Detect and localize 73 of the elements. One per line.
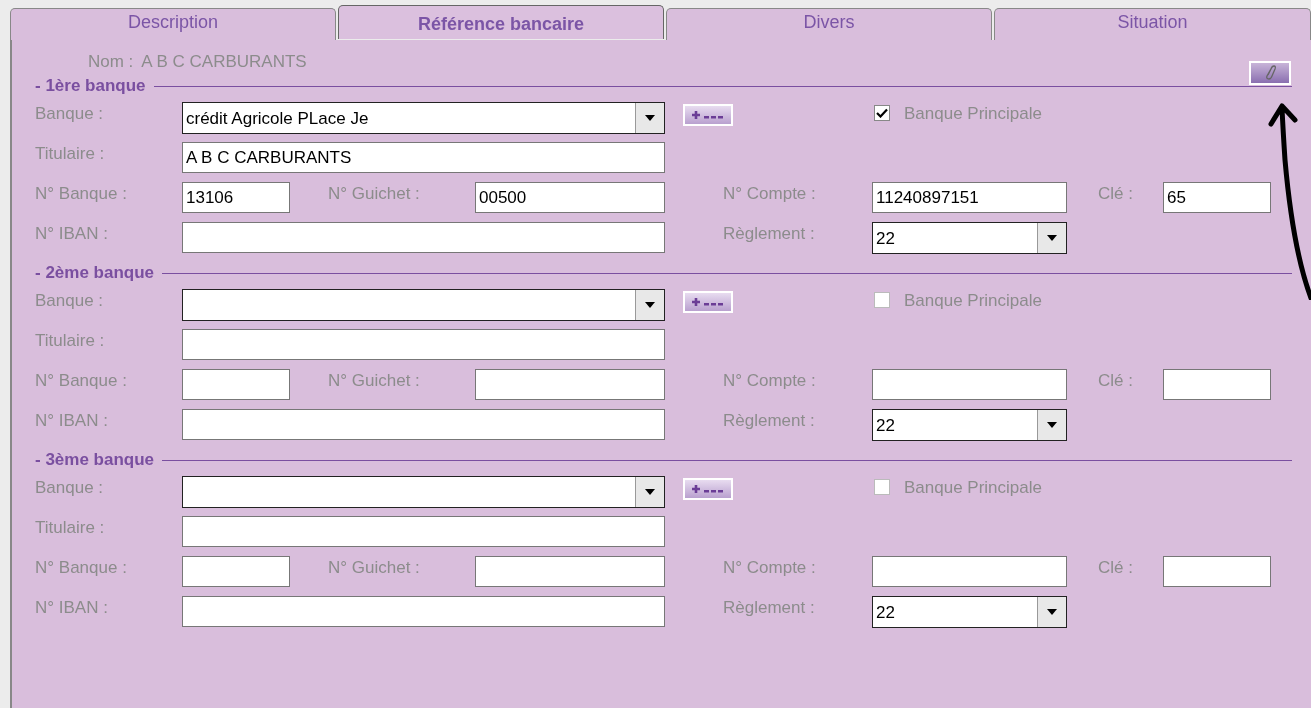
checkbox-label: Banque Principale xyxy=(904,103,1042,124)
field-label: Titulaire : xyxy=(35,517,106,538)
bank-number-field[interactable]: 13106 xyxy=(182,182,290,213)
iban-field[interactable] xyxy=(182,222,665,253)
field-label: Clé : xyxy=(1098,370,1134,391)
plus-more-icon xyxy=(691,110,725,120)
field-label: N° IBAN : xyxy=(35,410,109,431)
field-label: Banque : xyxy=(35,103,105,124)
field-label: N° Compte : xyxy=(723,370,817,391)
holder-field[interactable] xyxy=(182,329,665,360)
field-label: Clé : xyxy=(1098,557,1134,578)
name-value: A B C CARBURANTS xyxy=(141,52,307,73)
section-heading: - 1ère banque xyxy=(35,76,146,96)
branch-number-field[interactable]: 00500 xyxy=(475,182,665,213)
account-number-field[interactable] xyxy=(872,556,1067,587)
payment-dropdown[interactable]: 22 xyxy=(872,221,1067,254)
field-label: Clé : xyxy=(1098,183,1134,204)
field-label: N° Banque : xyxy=(35,557,128,578)
bank-dropdown[interactable] xyxy=(182,475,665,508)
paperclip-icon xyxy=(1263,65,1277,81)
caret-icon xyxy=(645,488,655,495)
key-field[interactable] xyxy=(1163,556,1271,587)
holder-field[interactable] xyxy=(182,516,665,547)
caret-icon xyxy=(645,301,655,308)
field-label: N° Compte : xyxy=(723,183,817,204)
field-label: Règlement : xyxy=(723,410,816,431)
add-bank-button[interactable] xyxy=(683,104,733,126)
field-label: N° IBAN : xyxy=(35,223,109,244)
checkbox[interactable] xyxy=(874,292,890,308)
field-label: N° Guichet : xyxy=(328,370,421,391)
bank-dropdown[interactable] xyxy=(182,288,665,321)
checkbox[interactable] xyxy=(874,479,890,495)
checkbox-label: Banque Principale xyxy=(904,477,1042,498)
field-label: Titulaire : xyxy=(35,330,106,351)
bank-number-field[interactable] xyxy=(182,556,290,587)
caret-icon xyxy=(645,114,655,121)
add-bank-button[interactable] xyxy=(683,291,733,313)
field-label: Banque : xyxy=(35,290,105,311)
field-label: N° Guichet : xyxy=(328,557,421,578)
field-label: Règlement : xyxy=(723,223,816,244)
account-number-field[interactable] xyxy=(872,369,1067,400)
field-label: Règlement : xyxy=(723,597,816,618)
payment-dropdown[interactable]: 22 xyxy=(872,408,1067,441)
iban-field[interactable] xyxy=(182,409,665,440)
bank-dropdown[interactable]: crédit Agricole PLace Je xyxy=(182,101,665,134)
field-label: N° Guichet : xyxy=(328,183,421,204)
holder-field[interactable]: A B C CARBURANTS xyxy=(182,142,665,173)
field-label: N° Compte : xyxy=(723,557,817,578)
plus-more-icon xyxy=(691,484,725,494)
add-bank-button[interactable] xyxy=(683,478,733,500)
branch-number-field[interactable] xyxy=(475,369,665,400)
checkbox[interactable] xyxy=(874,105,890,121)
caret-icon xyxy=(1047,234,1057,241)
field-label: Titulaire : xyxy=(35,143,106,164)
branch-number-field[interactable] xyxy=(475,556,665,587)
account-number-field[interactable]: 11240897151 xyxy=(872,182,1067,213)
caret-icon xyxy=(1047,608,1057,615)
name-label: Nom : xyxy=(88,52,134,73)
field-label: Banque : xyxy=(35,477,105,498)
caret-icon xyxy=(1047,421,1057,428)
section-heading: - 2ème banque xyxy=(35,263,155,283)
key-field[interactable]: 65 xyxy=(1163,182,1271,213)
field-label: N° IBAN : xyxy=(35,597,109,618)
payment-dropdown[interactable]: 22 xyxy=(872,595,1067,628)
key-field[interactable] xyxy=(1163,369,1271,400)
checkbox-label: Banque Principale xyxy=(904,290,1042,311)
section-heading: - 3ème banque xyxy=(35,450,155,470)
iban-field[interactable] xyxy=(182,596,665,627)
field-label: N° Banque : xyxy=(35,370,128,391)
bank-number-field[interactable] xyxy=(182,369,290,400)
plus-more-icon xyxy=(691,297,725,307)
field-label: N° Banque : xyxy=(35,183,128,204)
attachment-button[interactable] xyxy=(1249,61,1291,85)
